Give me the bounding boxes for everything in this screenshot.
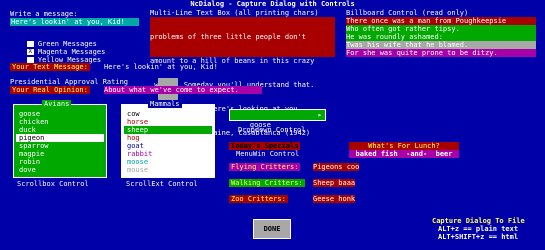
dropdown-caption: Dropdown Control — [238, 126, 306, 134]
list-item-selected[interactable]: sheep — [124, 126, 212, 134]
lunch-value: baked fish -and- beer — [349, 150, 459, 158]
message-input[interactable]: Here's lookin' at you, Kid! — [10, 18, 139, 26]
billboard-label: Billboard Control (read only) — [346, 9, 469, 17]
list-item[interactable]: hog — [124, 134, 212, 142]
capture-html-hint: ALT+SHIFT+z == html — [438, 233, 519, 241]
avians-caption: Scrollbox Control — [17, 180, 89, 188]
list-item[interactable]: duck — [16, 126, 104, 134]
menuwin-caption: MenuWin Control — [236, 150, 300, 158]
walking-critters-value[interactable]: Sheep baaa — [313, 179, 356, 187]
message-label: Write a message: — [10, 10, 78, 18]
multiline-label: Multi-Line Text Box (all printing chars) — [150, 9, 319, 17]
billboard-line-3: He was roundly ashamed: — [346, 33, 536, 41]
lunch-title: What's For Lunch? — [349, 142, 459, 150]
billboard-line-1: There once was a man from Poughkeepsie — [346, 17, 536, 25]
mammals-title: Mammals — [148, 100, 182, 108]
opinion-label: Your Real Opinion: — [10, 86, 90, 94]
list-item[interactable]: goose — [16, 110, 104, 118]
flying-critters-label: Flying Critters: — [229, 163, 301, 171]
billboard-line-5: For she was quite prone to be ditzy. — [346, 49, 536, 57]
list-item-selected[interactable]: pigeon — [16, 134, 104, 142]
list-item[interactable]: magpie — [16, 150, 104, 158]
multiline-textbox[interactable]: problems of three little people don't am… — [150, 17, 335, 137]
zoo-critters-label: Zoo Critters: — [229, 195, 288, 203]
zoo-critters-value[interactable]: Geese honk — [313, 195, 356, 203]
mammals-scrollext[interactable]: Mammals cow horse sheep hog goat rabbit … — [121, 100, 215, 178]
avians-scrollbox[interactable]: Avians goose chicken duck pigeon sparrow… — [13, 100, 107, 178]
multiline-line: problems of three little people don't — [150, 33, 306, 41]
list-item[interactable]: robin — [16, 158, 104, 166]
avians-title: Avians — [42, 100, 72, 108]
done-button[interactable]: DONE — [253, 219, 291, 239]
mammals-items: cow horse sheep hog goat rabbit moose mo… — [124, 110, 212, 174]
list-item[interactable]: chicken — [16, 118, 104, 126]
approval-label: Presidential Approval Rating — [10, 78, 129, 86]
billboard-line-4: Twas his wife that he blamed. — [346, 41, 536, 49]
dialog-window: NcDialog - Capture Dialog with Controls … — [0, 0, 545, 250]
text-message-value: Here's lookin' at you, Kid! — [104, 63, 218, 71]
list-item[interactable]: cow — [124, 110, 212, 118]
list-item[interactable]: goat — [124, 142, 212, 150]
capture-plain-hint: ALT+z == plain text — [438, 225, 519, 233]
billboard-line-2: Who often got rather tipsy. — [346, 25, 536, 33]
list-item[interactable]: horse — [124, 118, 212, 126]
flying-critters-value[interactable]: Pigeons coo — [313, 163, 360, 171]
dropdown-control[interactable]: goose ▸ — [229, 109, 326, 129]
text-message-label: Your Text Message: — [10, 63, 90, 71]
capture-title: Capture Dialog To File — [432, 217, 525, 225]
dialog-title: NcDialog - Capture Dialog with Controls — [190, 0, 355, 8]
opinion-value: About what we've come to expect. — [104, 86, 262, 94]
avians-items: goose chicken duck pigeon sparrow magpie… — [16, 110, 104, 174]
dropdown-arrow-icon: ▸ — [317, 111, 322, 119]
mammals-caption: ScrollExt Control — [126, 180, 198, 188]
list-item[interactable]: moose — [124, 158, 212, 166]
list-item[interactable]: rabbit — [124, 150, 212, 158]
list-item[interactable]: mouse — [124, 166, 212, 174]
list-item[interactable]: dove — [16, 166, 104, 174]
walking-critters-label: Walking Critters: — [229, 179, 305, 187]
menuwin-control[interactable]: Today's Specials — [229, 142, 301, 150]
list-item[interactable]: sparrow — [16, 142, 104, 150]
